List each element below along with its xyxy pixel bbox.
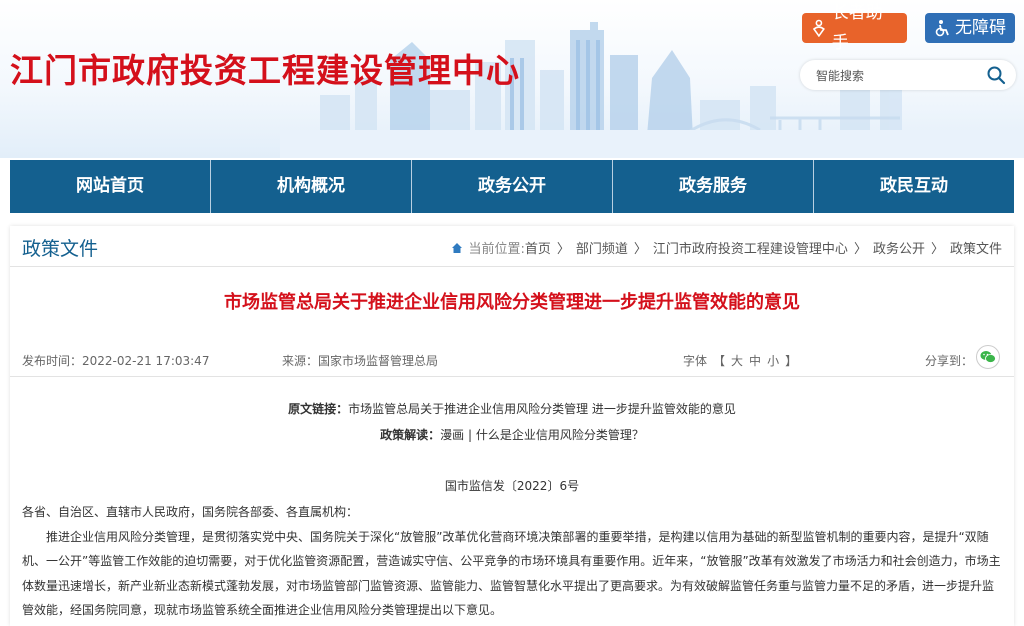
- breadcrumb-separator: 〉: [556, 242, 570, 257]
- nav-organization[interactable]: 机构概况: [211, 160, 412, 213]
- search-box: [800, 60, 1016, 90]
- font-bracket-open: 【: [713, 354, 726, 368]
- section-title: 政策文件: [22, 238, 99, 260]
- font-bracket-close: 】: [785, 354, 798, 368]
- breadcrumb-department-channel[interactable]: 部门频道: [576, 238, 628, 257]
- breadcrumb-center[interactable]: 江门市政府投资工程建设管理中心: [653, 238, 848, 257]
- breadcrumb-separator: 〉: [633, 242, 647, 257]
- nav-government-services[interactable]: 政务服务: [613, 160, 814, 213]
- home-icon: [452, 242, 463, 253]
- body-paragraph: 推进企业信用风险分类管理，是贯彻落实党中央、国务院关于深化“放管服”改革优化营商…: [22, 529, 1001, 618]
- original-link-line: 原文链接：市场监管总局关于推进企业信用风险分类管理 进一步提升监管效能的意见: [10, 400, 1014, 417]
- wechat-icon: [980, 351, 996, 363]
- font-size-control: 字体【大中小】: [680, 352, 800, 369]
- search-input[interactable]: [814, 65, 978, 87]
- article-panel: 政策文件 当前位置: 首页 〉 部门频道 〉 江门市政府投资工程建设管理中心 〉…: [10, 226, 1014, 626]
- original-link-label: 原文链接：: [288, 402, 349, 416]
- section-divider: [10, 266, 1014, 267]
- site-title: 江门市政府投资工程建设管理中心: [10, 51, 520, 90]
- accessibility-label: 无障碍: [955, 18, 1006, 38]
- meta-divider: [10, 376, 1014, 377]
- article-body: 各省、自治区、直辖市人民政府，国务院各部委、各直属机构： 推进企业信用风险分类管…: [22, 500, 1002, 623]
- font-size-small[interactable]: 小: [767, 354, 779, 368]
- wechat-share-button[interactable]: [976, 345, 1000, 369]
- accessibility-button[interactable]: 无障碍: [925, 13, 1015, 43]
- elder-assistant-label: 长者助手: [831, 3, 883, 53]
- publish-date: 发布时间：2022-02-21 17:03:47: [22, 354, 210, 368]
- document-number: 国市监信发〔2022〕6号: [444, 479, 580, 493]
- breadcrumb-label: 当前位置:: [468, 242, 525, 257]
- site-header: 江门市政府投资工程建设管理中心 长者助手 无障碍: [0, 0, 1024, 158]
- interpretation-label: 政策解读：: [380, 428, 441, 442]
- nav-public-interaction[interactable]: 政民互动: [814, 160, 1014, 213]
- nav-government-affairs-open[interactable]: 政务公开: [412, 160, 613, 213]
- breadcrumb-affairs-open[interactable]: 政务公开: [873, 238, 925, 257]
- interpretation-link[interactable]: 漫画 | 什么是企业信用风险分类管理？: [440, 428, 644, 442]
- recipients-line: 各省、自治区、直辖市人民政府，国务院各部委、各直属机构：: [22, 505, 359, 519]
- breadcrumb-separator: 〉: [930, 242, 944, 257]
- original-link[interactable]: 市场监管总局关于推进企业信用风险分类管理 进一步提升监管效能的意见: [348, 402, 736, 416]
- breadcrumb-separator: 〉: [853, 242, 867, 257]
- breadcrumb-home[interactable]: 首页: [525, 238, 551, 257]
- font-size-large[interactable]: 大: [731, 354, 743, 368]
- elder-icon: [812, 19, 825, 37]
- article-title: 市场监管总局关于推进企业信用风险分类管理进一步提升监管效能的意见: [224, 292, 800, 313]
- font-size-label: 字体: [683, 354, 708, 368]
- breadcrumb-policy-docs[interactable]: 政策文件: [950, 238, 1002, 257]
- search-icon[interactable]: [986, 65, 1006, 85]
- interpretation-line: 政策解读：漫画 | 什么是企业信用风险分类管理？: [10, 426, 1014, 443]
- font-size-medium[interactable]: 中: [749, 354, 761, 368]
- nav-home[interactable]: 网站首页: [10, 160, 211, 213]
- breadcrumb: 当前位置: 首页 〉 部门频道 〉 江门市政府投资工程建设管理中心 〉 政务公开…: [451, 238, 1002, 257]
- wheelchair-icon: [935, 20, 949, 37]
- share-label: 分享到：: [925, 354, 974, 368]
- article-source: 来源：国家市场监督管理总局: [282, 354, 439, 368]
- elder-assistant-button[interactable]: 长者助手: [802, 3, 907, 53]
- main-nav: 网站首页 机构概况 政务公开 政务服务 政民互动: [10, 160, 1014, 213]
